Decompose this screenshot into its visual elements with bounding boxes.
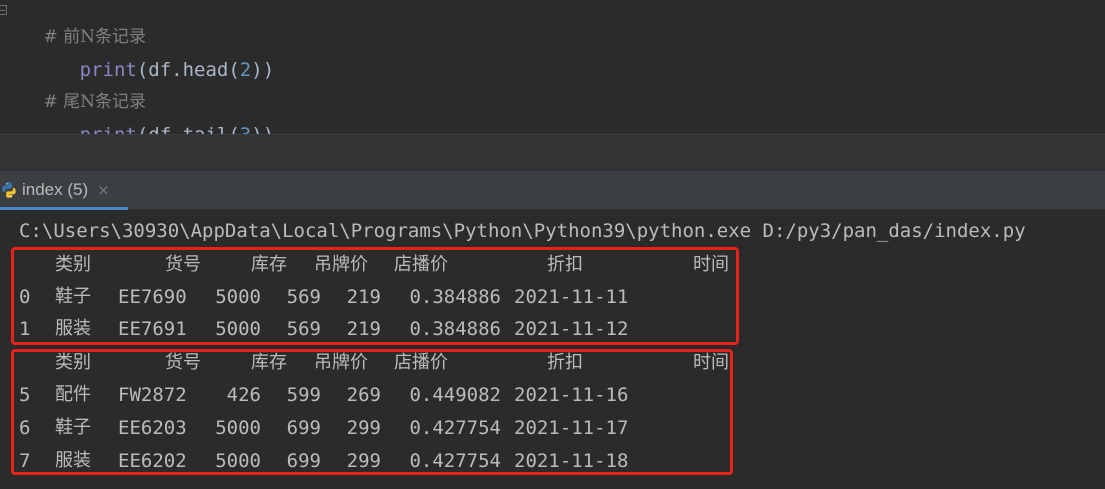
table-row: 5 配件 FW2872 426 599 269 0.449082 2021-11… xyxy=(0,380,740,410)
cell-discount: 0.427754 xyxy=(409,450,501,472)
cell-live-price: 299 xyxy=(346,417,381,439)
close-icon[interactable]: × xyxy=(97,181,110,199)
cell-discount: 0.449082 xyxy=(409,384,501,406)
cell-live-price: 299 xyxy=(346,450,381,472)
table-row: 7 服装 EE6202 5000 699 299 0.427754 2021-1… xyxy=(0,446,740,476)
table-row: 1 服装 EE7691 5000 569 219 0.384886 2021-1… xyxy=(0,314,740,344)
code-call-close: )) xyxy=(251,59,275,81)
table-row: 6 鞋子 EE6203 5000 699 299 0.427754 2021-1… xyxy=(0,413,740,443)
run-console[interactable]: C:\Users\30930\AppData\Local\Programs\Py… xyxy=(0,210,1105,489)
cell-date: 2021-11-17 xyxy=(514,417,629,439)
row-index: 6 xyxy=(19,417,31,439)
column-header: 吊牌价 xyxy=(314,254,368,275)
table-row: 0 鞋子 EE7690 5000 569 219 0.384886 2021-1… xyxy=(0,282,740,312)
code-comment-head[interactable]: # 前N条记录 xyxy=(11,1,146,47)
run-tab-index[interactable]: index (5) × xyxy=(0,172,128,210)
pycharm-window: # 前N条记录 print(df.head(2)) # 尾N条记录 print(… xyxy=(0,0,1105,489)
run-tab-label: index (5) xyxy=(22,179,89,199)
code-call-open: (df.head( xyxy=(136,59,240,81)
cell-stock: 5000 xyxy=(215,450,261,472)
cell-discount: 0.427754 xyxy=(409,417,501,439)
column-header: 时间 xyxy=(693,352,729,373)
run-tool-window-tabs: index (5) × xyxy=(0,172,1105,210)
cell-live-price: 269 xyxy=(346,384,381,406)
column-header: 类别 xyxy=(55,254,91,275)
column-header: 时间 xyxy=(693,254,729,275)
cell-stock: 5000 xyxy=(215,318,261,340)
row-index: 7 xyxy=(19,450,31,472)
row-index: 1 xyxy=(19,318,31,340)
console-command-line: C:\Users\30930\AppData\Local\Programs\Py… xyxy=(19,220,1026,242)
cell-sku: EE6203 xyxy=(118,417,187,439)
code-comment-tail[interactable]: # 尾N条记录 xyxy=(11,66,146,112)
cell-category: 配件 xyxy=(55,384,91,405)
code-line-print-head[interactable]: print(df.head(2)) xyxy=(11,34,275,81)
cell-tag-price: 699 xyxy=(286,450,321,472)
cell-stock: 5000 xyxy=(215,286,261,308)
cell-stock: 5000 xyxy=(215,417,261,439)
column-header: 类别 xyxy=(55,352,91,373)
row-index: 0 xyxy=(19,286,31,308)
cell-live-price: 219 xyxy=(346,318,381,340)
panel-splitter[interactable] xyxy=(0,134,1105,172)
column-header: 货号 xyxy=(165,352,201,373)
column-header: 货号 xyxy=(165,254,201,275)
cell-date: 2021-11-18 xyxy=(514,450,629,472)
table-header-row: 类别 货号 库存 吊牌价 店播价 折扣 时间 xyxy=(0,250,740,280)
fold-marker-icon[interactable] xyxy=(0,5,7,15)
cell-discount: 0.384886 xyxy=(409,318,501,340)
cell-sku: EE7690 xyxy=(118,286,187,308)
row-index: 5 xyxy=(19,384,31,406)
cell-discount: 0.384886 xyxy=(409,286,501,308)
cell-category: 服装 xyxy=(55,318,91,339)
cell-category: 鞋子 xyxy=(55,286,91,307)
code-editor[interactable]: # 前N条记录 print(df.head(2)) # 尾N条记录 print(… xyxy=(0,0,1105,146)
column-header: 折扣 xyxy=(547,352,583,373)
code-line-print-tail[interactable]: print(df.tail(3)) xyxy=(11,99,275,146)
cell-tag-price: 569 xyxy=(286,318,321,340)
cell-sku: EE6202 xyxy=(118,450,187,472)
column-header: 店播价 xyxy=(394,254,448,275)
cell-date: 2021-11-16 xyxy=(514,384,629,406)
code-number-arg: 2 xyxy=(239,59,252,81)
column-header: 折扣 xyxy=(547,254,583,275)
python-icon xyxy=(2,181,16,198)
cell-sku: FW2872 xyxy=(118,384,187,406)
column-header: 库存 xyxy=(251,254,287,275)
cell-category: 鞋子 xyxy=(55,417,91,438)
cell-live-price: 219 xyxy=(346,286,381,308)
cell-tag-price: 599 xyxy=(286,384,321,406)
table-header-row: 类别 货号 库存 吊牌价 店播价 折扣 时间 xyxy=(0,348,740,378)
cell-tag-price: 699 xyxy=(286,417,321,439)
cell-sku: EE7691 xyxy=(118,318,187,340)
column-header: 吊牌价 xyxy=(314,352,368,373)
column-header: 店播价 xyxy=(394,352,448,373)
cell-date: 2021-11-12 xyxy=(514,318,629,340)
cell-tag-price: 569 xyxy=(286,286,321,308)
cell-category: 服装 xyxy=(55,450,91,471)
column-header: 库存 xyxy=(251,352,287,373)
cell-stock: 426 xyxy=(226,384,261,406)
cell-date: 2021-11-11 xyxy=(514,286,629,308)
